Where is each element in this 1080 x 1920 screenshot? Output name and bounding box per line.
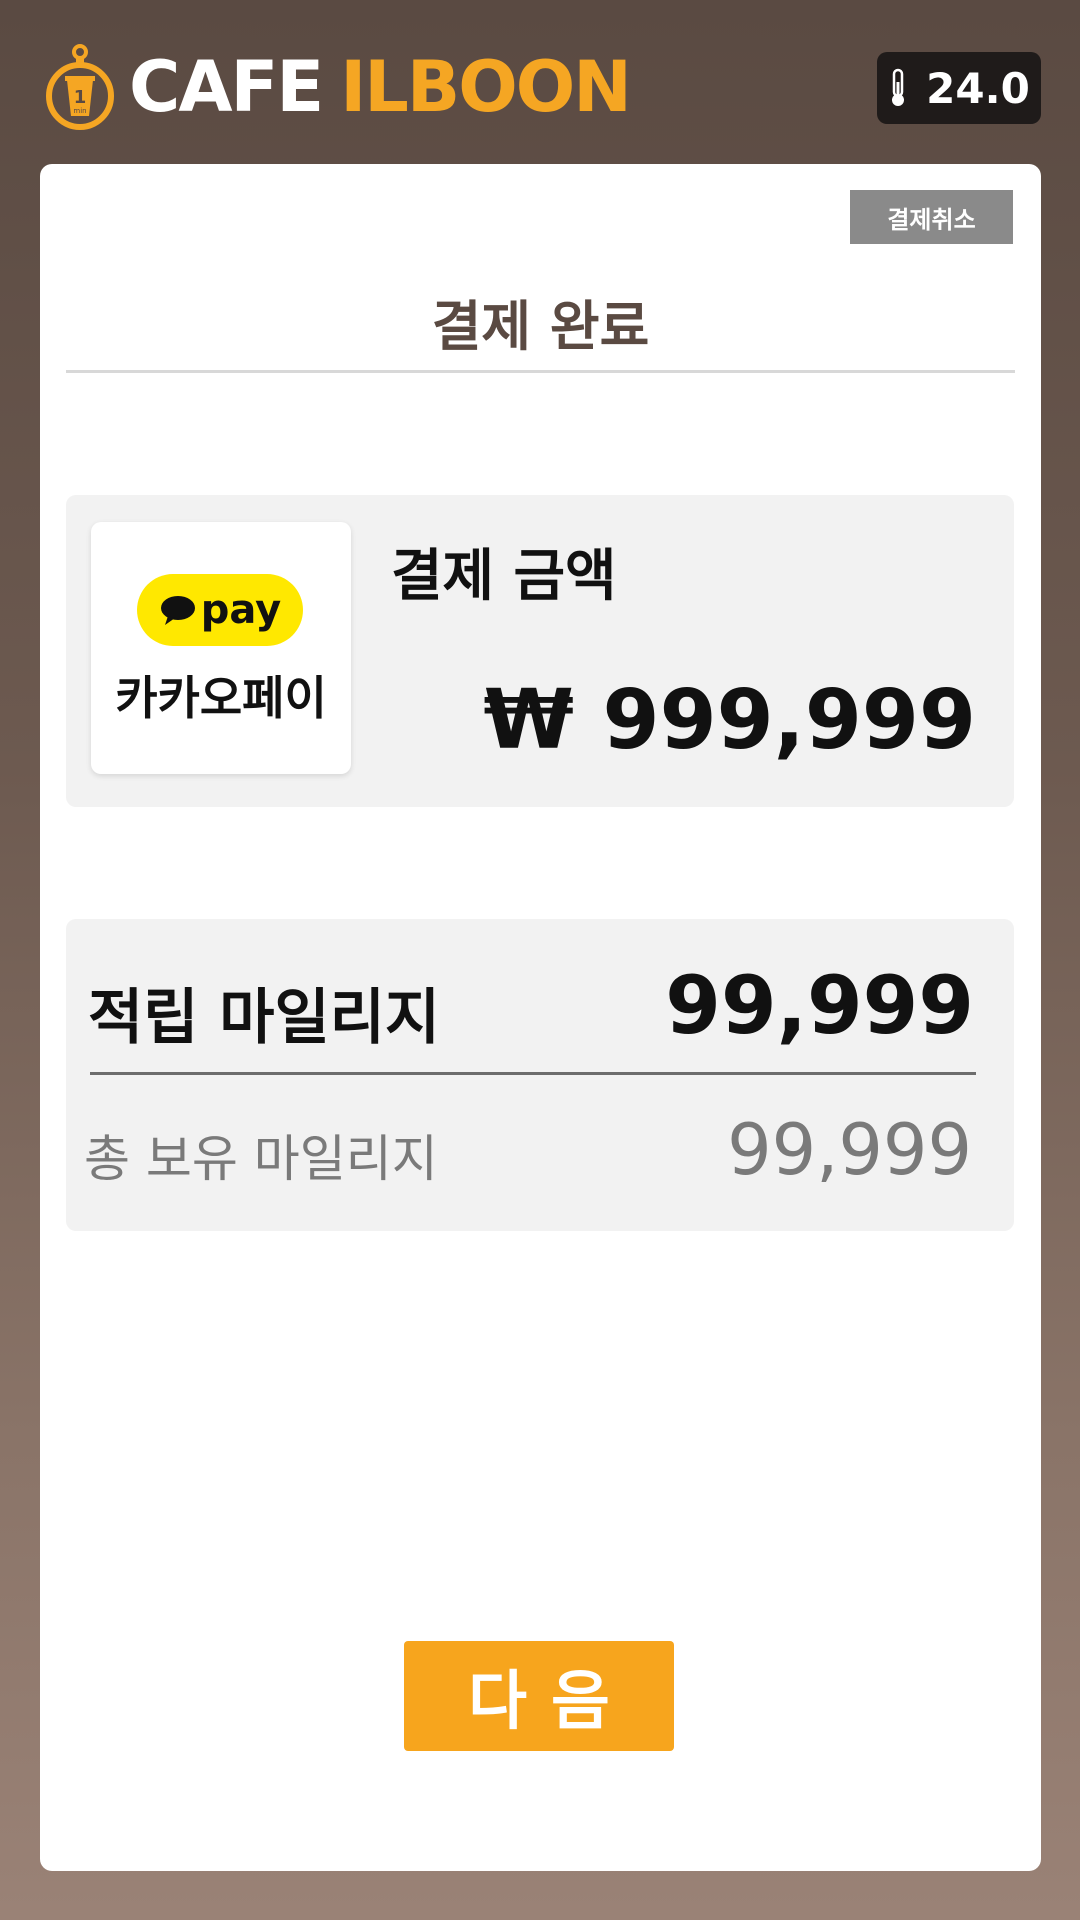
stopwatch-cup-icon: 1 min (46, 44, 114, 130)
thermometer-icon (892, 68, 905, 106)
payment-summary-card: pay 카카오페이 결제 금액 ₩ 999,999 (66, 495, 1014, 807)
top-bar: 1 min CAFE ILBOON 24.0 (0, 0, 1080, 165)
temperature-value: 24.0 (926, 63, 1030, 113)
total-mileage-label: 총 보유 마일리지 (84, 1130, 438, 1188)
temperature-badge: 24.0 (877, 52, 1041, 124)
page-title: 결제 완료 (431, 295, 650, 358)
kakaopay-logo-text: pay (200, 587, 282, 633)
payment-amount-value: ₩ 999,999 (483, 673, 976, 768)
payment-complete-panel: 결제취소 결제 완료 pay 카카오페이 결제 금액 ₩ 999,999 적립 … (40, 164, 1041, 1871)
total-mileage-value: 99,999 (727, 1109, 972, 1191)
earned-mileage-value: 99,999 (665, 959, 974, 1052)
brand-name: CAFE ILBOON (129, 52, 632, 122)
brand-name-second: ILBOON (340, 46, 632, 128)
cafe-logo: 1 min CAFE ILBOON (45, 44, 632, 130)
brand-name-first: CAFE (129, 46, 324, 128)
cancel-payment-button[interactable]: 결제취소 (850, 190, 1013, 244)
next-button[interactable]: 다음 (404, 1641, 674, 1751)
mileage-divider (90, 1072, 976, 1075)
speech-bubble-icon (160, 596, 195, 625)
logo-badge-number: 1 (74, 87, 87, 108)
payment-method-label: 카카오페이 (115, 671, 327, 725)
kakaopay-logo: pay (137, 574, 303, 646)
earned-mileage-label: 적립 마일리지 (88, 983, 441, 1053)
payment-amount-label: 결제 금액 (391, 544, 617, 609)
mileage-card: 적립 마일리지 99,999 총 보유 마일리지 99,999 (66, 919, 1014, 1231)
payment-method-box: pay 카카오페이 (91, 522, 351, 774)
logo-badge-sub: min (73, 107, 86, 115)
title-divider (66, 370, 1015, 373)
